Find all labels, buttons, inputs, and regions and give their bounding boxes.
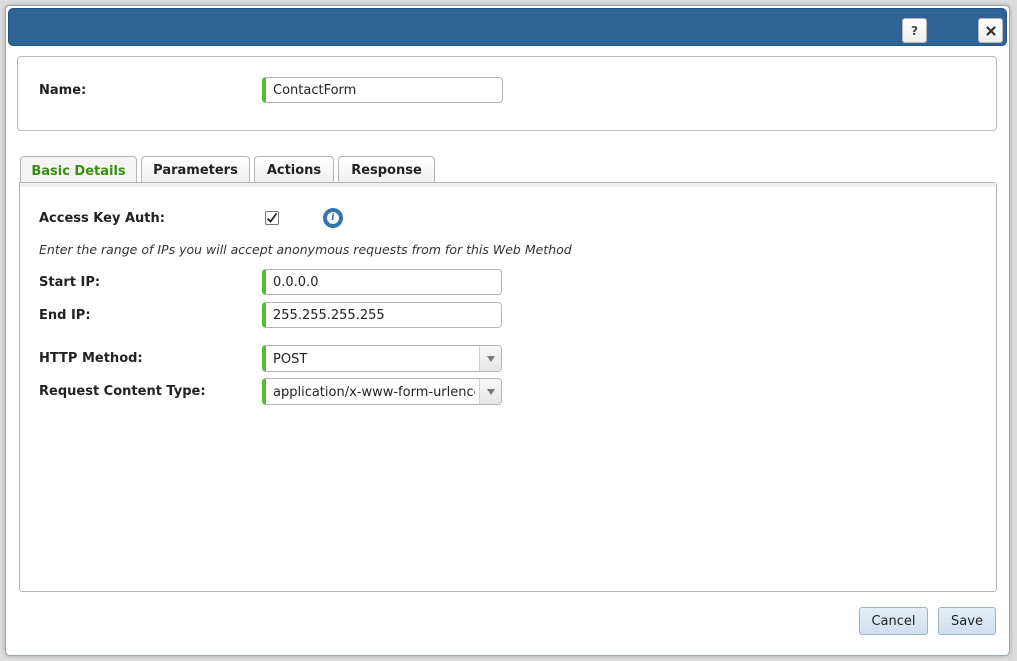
http-method-value: POST: [273, 352, 308, 367]
access-key-auth-label: Access Key Auth:: [39, 211, 165, 226]
panel-top-strip: [20, 183, 996, 187]
info-icon[interactable]: i: [323, 208, 343, 228]
name-label: Name:: [39, 83, 87, 98]
question-mark-icon: ?: [911, 23, 918, 38]
dialog-titlebar[interactable]: ?: [8, 8, 1007, 46]
end-ip-input[interactable]: [262, 302, 502, 328]
request-content-type-label: Request Content Type:: [39, 384, 206, 399]
web-method-dialog: ? Name: Basic Details Parameters Actions…: [5, 5, 1010, 656]
http-method-label: HTTP Method:: [39, 351, 143, 366]
save-button[interactable]: Save: [938, 607, 996, 635]
dropdown-arrow-icon: [479, 346, 501, 371]
basic-details-panel: Access Key Auth: i Enter the range of IP…: [19, 182, 997, 592]
request-content-type-value: application/x-www-form-urlencoded: [273, 385, 475, 400]
start-ip-input[interactable]: [262, 269, 502, 295]
close-x-icon: [985, 25, 996, 36]
tab-basic-details[interactable]: Basic Details: [20, 156, 137, 185]
request-content-type-select[interactable]: application/x-www-form-urlencoded: [262, 378, 502, 405]
checkmark-icon: [266, 212, 278, 223]
http-method-select[interactable]: POST: [262, 345, 502, 372]
tab-response[interactable]: Response: [338, 156, 435, 184]
tab-parameters[interactable]: Parameters: [141, 156, 250, 184]
name-input[interactable]: [262, 77, 503, 103]
access-key-auth-checkbox[interactable]: [265, 211, 279, 225]
ip-range-hint: Enter the range of IPs you will accept a…: [39, 242, 572, 257]
dropdown-arrow-icon: [479, 379, 501, 404]
start-ip-label: Start IP:: [39, 275, 101, 290]
help-button[interactable]: ?: [902, 18, 927, 43]
end-ip-label: End IP:: [39, 308, 91, 323]
info-icon-inner: i: [327, 212, 339, 224]
tab-actions[interactable]: Actions: [254, 156, 334, 184]
name-panel: Name:: [17, 56, 997, 131]
close-button[interactable]: [978, 18, 1003, 43]
cancel-button[interactable]: Cancel: [859, 607, 928, 635]
